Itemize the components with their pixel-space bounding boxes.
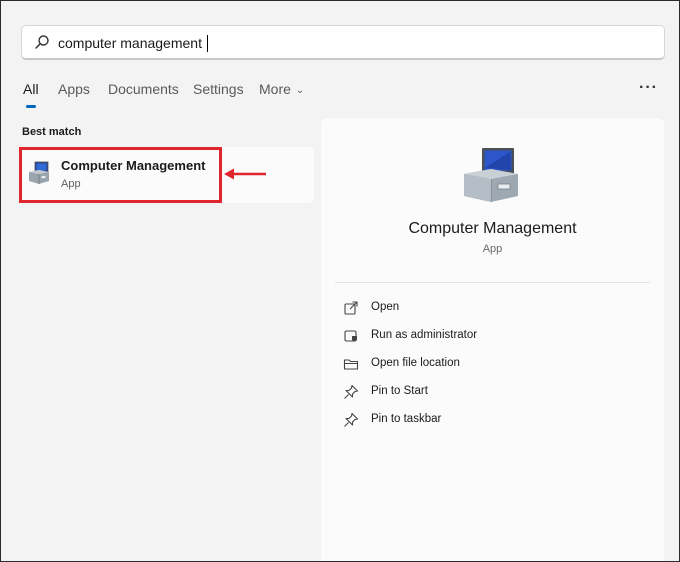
preview-subtitle: App: [482, 243, 503, 255]
search-input[interactable]: [58, 31, 648, 55]
tab-all[interactable]: All: [23, 81, 39, 97]
computer-management-icon: [464, 148, 518, 202]
action-label: Run as administrator: [371, 329, 478, 341]
tab-settings[interactable]: Settings: [193, 81, 244, 97]
tab-label: Settings: [193, 81, 244, 97]
action-label: Pin to taskbar: [371, 413, 442, 425]
action-pin-to-start[interactable]: Pin to Start: [343, 382, 643, 402]
pin-icon: [344, 412, 359, 427]
annotation-arrow-icon: [224, 168, 266, 180]
tab-label: More: [259, 81, 291, 97]
action-label: Pin to Start: [371, 385, 428, 397]
action-label: Open file location: [371, 357, 460, 369]
folder-icon: [343, 359, 359, 370]
open-external-icon: [344, 301, 358, 315]
start-search-panel: All Apps Documents Settings More ⌄ ··· Be…: [0, 0, 680, 562]
tab-more[interactable]: More ⌄: [259, 81, 304, 97]
search-icon: [35, 35, 49, 49]
chevron-down-icon: ⌄: [295, 85, 305, 96]
action-open-file-location[interactable]: Open file location: [343, 354, 643, 374]
annotation-highlight-box: [19, 147, 222, 203]
tab-apps[interactable]: Apps: [58, 81, 90, 97]
tab-documents[interactable]: Documents: [108, 81, 179, 97]
tab-label: Documents: [108, 81, 179, 97]
action-label: Open: [371, 301, 400, 313]
preview-title: Computer Management: [408, 220, 577, 237]
more-options-button[interactable]: ···: [639, 79, 658, 97]
pin-icon: [344, 384, 359, 399]
action-run-as-administrator[interactable]: Run as administrator: [343, 326, 643, 346]
best-match-heading: Best match: [22, 126, 82, 138]
action-open[interactable]: Open: [343, 298, 643, 318]
preview-pane: Computer Management App Open Run as admi…: [321, 118, 664, 561]
search-box[interactable]: [21, 25, 665, 60]
active-tab-indicator: [26, 105, 36, 108]
text-caret: [207, 35, 208, 52]
shield-icon: [344, 330, 357, 342]
tab-label: All: [23, 81, 39, 97]
divider: [335, 282, 650, 283]
tab-label: Apps: [58, 81, 90, 97]
action-pin-to-taskbar[interactable]: Pin to taskbar: [343, 410, 643, 430]
